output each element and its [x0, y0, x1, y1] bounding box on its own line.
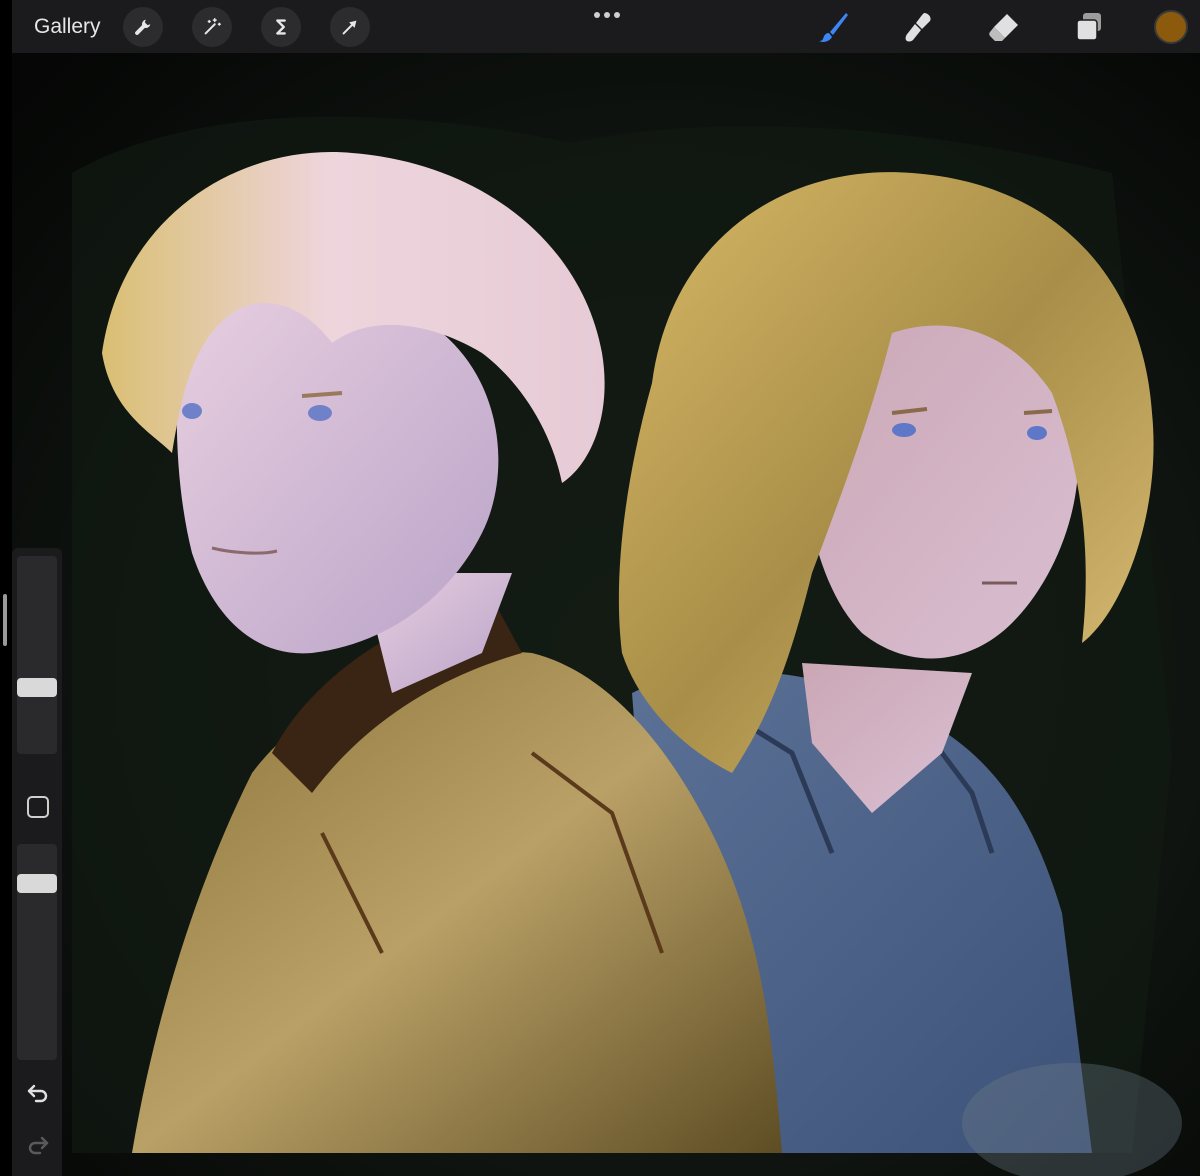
- magic-wand-icon: [204, 17, 221, 34]
- artwork: [12, 53, 1200, 1176]
- adjustments-button[interactable]: [191, 6, 232, 47]
- dot: [594, 12, 600, 18]
- top-toolbar: Gallery: [12, 0, 1200, 53]
- more-options-button[interactable]: [594, 10, 620, 20]
- transform-arrow-icon: [342, 20, 356, 34]
- left-sidebar: [12, 548, 62, 1176]
- eraser-icon: [989, 13, 1018, 41]
- right-tools: [814, 0, 1200, 53]
- brush-tool-button[interactable]: [814, 7, 854, 47]
- drawing-canvas[interactable]: [12, 53, 1200, 1176]
- redo-button[interactable]: [23, 1132, 53, 1158]
- brush-icon: [819, 12, 848, 42]
- dot: [604, 12, 610, 18]
- smudge-icon: [905, 12, 931, 41]
- wrench-icon: [134, 19, 150, 35]
- eraser-tool-button[interactable]: [984, 7, 1024, 47]
- brush-opacity-thumb[interactable]: [17, 874, 57, 894]
- gallery-button[interactable]: Gallery: [34, 15, 101, 39]
- selection-button[interactable]: [260, 6, 301, 47]
- layers-icon: [1076, 12, 1101, 41]
- selection-icon: [275, 18, 286, 35]
- redo-icon: [28, 1136, 49, 1155]
- sidebar-drag-handle[interactable]: [3, 594, 7, 646]
- dot: [614, 12, 620, 18]
- brush-size-slider[interactable]: [17, 556, 57, 754]
- layers-button[interactable]: [1069, 7, 1109, 47]
- undo-button[interactable]: [23, 1080, 53, 1106]
- brush-size-thumb[interactable]: [17, 677, 57, 697]
- smudge-tool-button[interactable]: [899, 7, 939, 47]
- transform-button[interactable]: [329, 6, 370, 47]
- modify-button[interactable]: [27, 796, 49, 818]
- color-picker-button[interactable]: [1154, 9, 1188, 44]
- actions-button[interactable]: [122, 6, 163, 47]
- undo-icon: [27, 1084, 48, 1103]
